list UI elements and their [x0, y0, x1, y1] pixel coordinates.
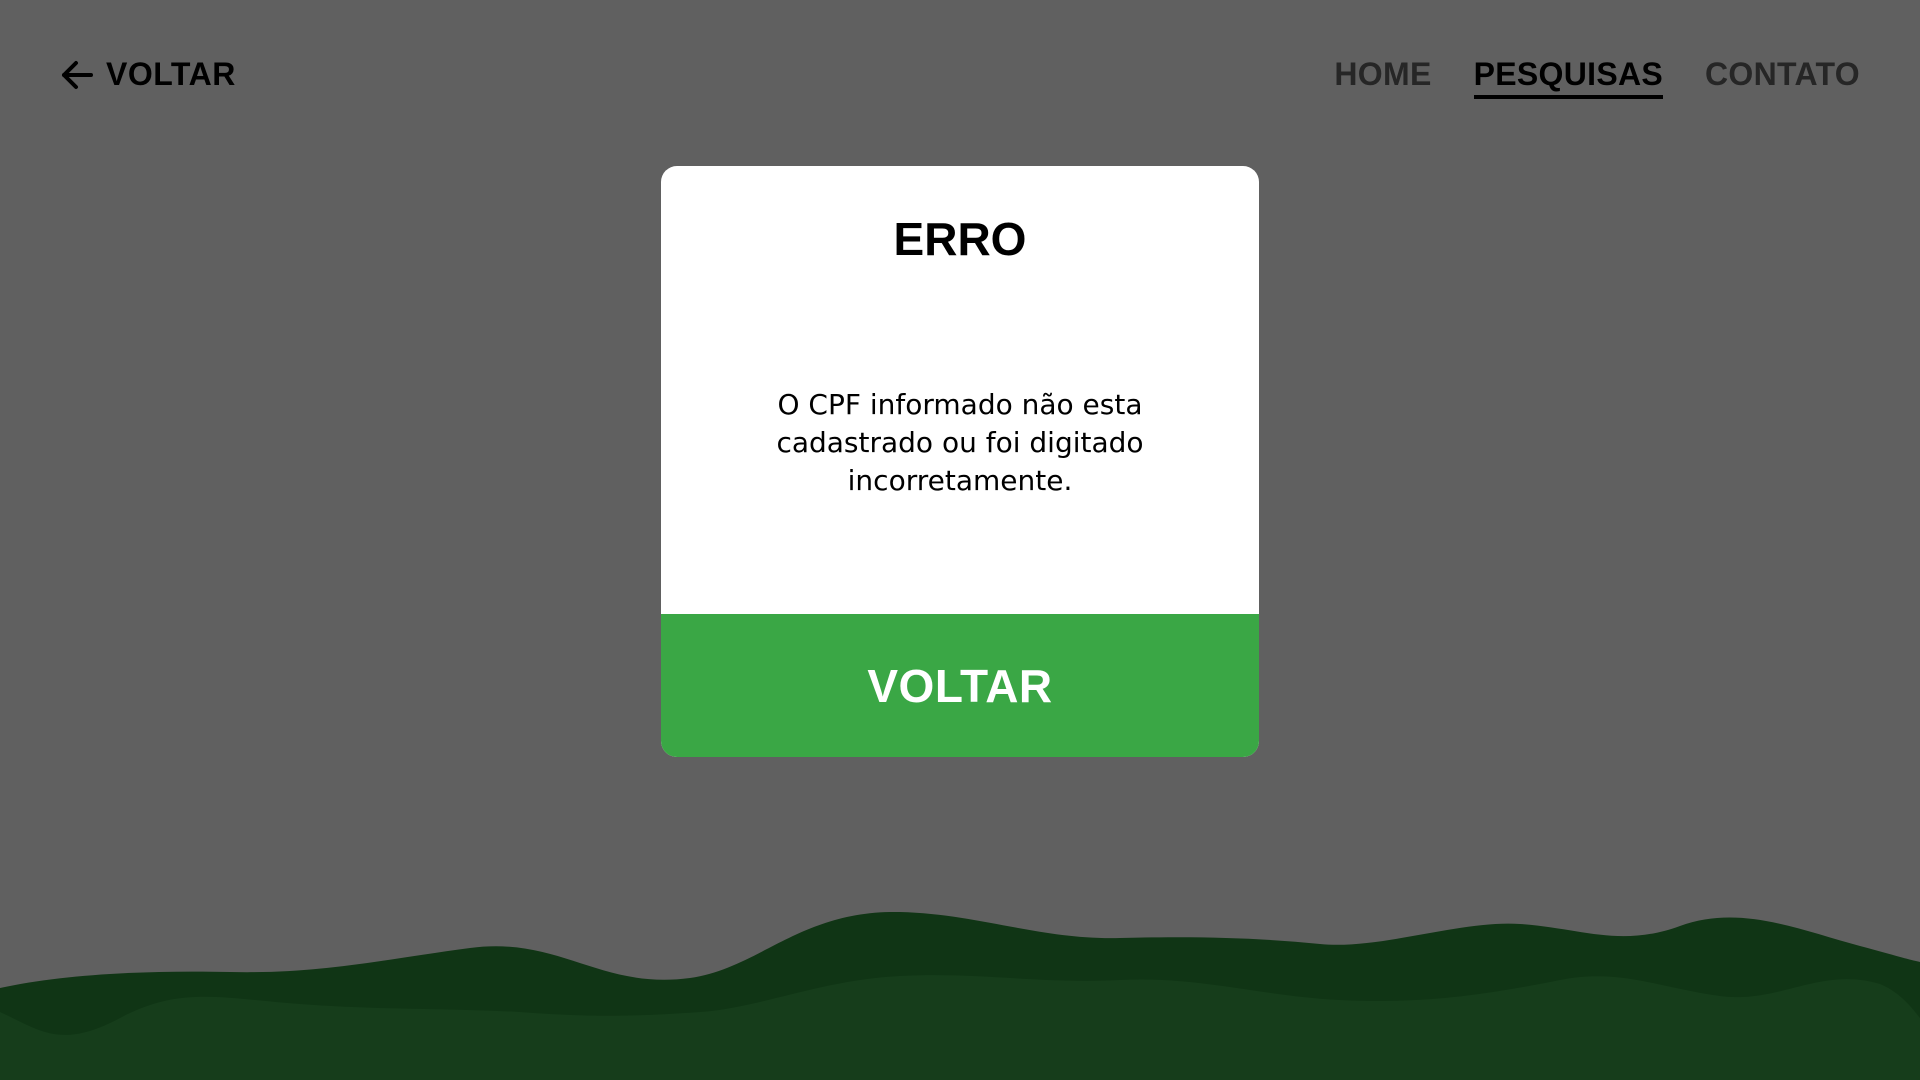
back-button[interactable]: VOLTAR — [661, 614, 1259, 757]
nav-item-home[interactable]: HOME — [1334, 56, 1431, 99]
error-modal: ERRO O CPF informado não esta cadastrado… — [661, 166, 1259, 757]
nav-item-pesquisas[interactable]: PESQUISAS — [1473, 56, 1664, 99]
modal-title: ERRO — [893, 213, 1027, 265]
modal-message: O CPF informado não esta cadastrado ou f… — [776, 388, 1144, 497]
main-nav: HOME PESQUISAS CONTATO — [1334, 56, 1860, 99]
back-label: VOLTAR — [106, 56, 236, 92]
bottom-waves — [0, 911, 1920, 1080]
page: VOLTAR HOME PESQUISAS CONTATO ERRO O CPF… — [0, 0, 1920, 1080]
nav-item-contato[interactable]: CONTATO — [1705, 56, 1860, 99]
back-button-label: VOLTAR — [867, 659, 1053, 712]
back-link[interactable]: VOLTAR — [58, 56, 236, 93]
arrow-left-icon — [58, 59, 94, 91]
